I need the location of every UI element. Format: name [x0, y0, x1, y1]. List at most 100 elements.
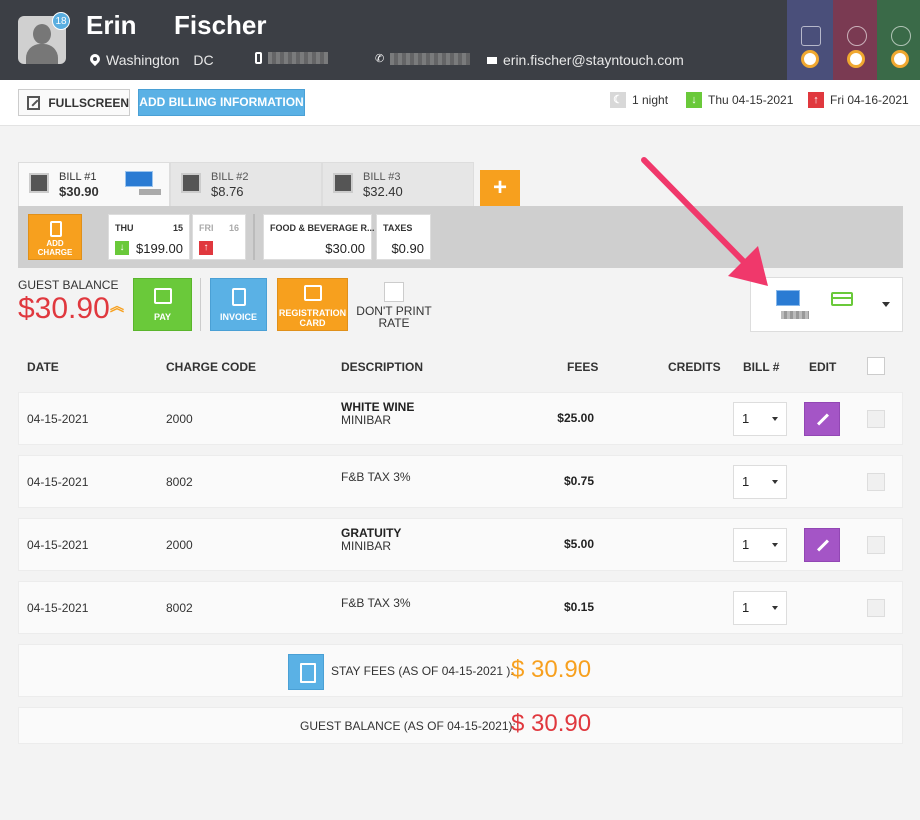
- row-charge-code: 2000: [166, 538, 193, 552]
- row-checkbox[interactable]: [867, 536, 885, 554]
- day-name: THU: [115, 223, 134, 233]
- bill-tab-2[interactable]: BILL #2 $8.76: [170, 162, 322, 206]
- row-checkbox[interactable]: [867, 599, 885, 617]
- invoice-button[interactable]: INVOICE: [210, 278, 267, 331]
- bill-label: BILL #3: [363, 171, 401, 183]
- row-charge-code: 2000: [166, 412, 193, 426]
- moon-icon: ☾: [610, 92, 626, 108]
- row-date: 04-15-2021: [27, 412, 89, 426]
- guest-thumbnail: [181, 173, 201, 193]
- redacted-card-number: [139, 189, 161, 195]
- credit-card-icon: [831, 292, 853, 306]
- chevron-up-icon[interactable]: ︽: [110, 299, 124, 313]
- day-card-fri[interactable]: FRI 16 ↑: [192, 214, 246, 260]
- expand-icon: [27, 95, 41, 110]
- stay-fees-value: $ 30.90: [511, 656, 592, 683]
- day-card-thu[interactable]: THU 15 ↓ $199.00: [108, 214, 190, 260]
- add-bill-button[interactable]: +: [480, 170, 520, 206]
- add-charge-label: ADD CHARGE: [37, 239, 73, 257]
- search-icon: [891, 50, 909, 68]
- row-description: F&B TAX 3%: [341, 470, 411, 484]
- document-icon: [231, 288, 246, 306]
- receipt-icon[interactable]: [288, 654, 324, 690]
- row-charge-code: 8002: [166, 475, 193, 489]
- nights-label: 1 night: [632, 93, 669, 107]
- redacted-mobile: [268, 52, 328, 64]
- guest-city: Washington: [106, 52, 180, 68]
- arrival-arrow-icon: ↓: [686, 92, 702, 108]
- row-bill-select[interactable]: 1: [733, 591, 787, 625]
- redacted-card-number: [781, 311, 809, 319]
- registration-card-button[interactable]: REGISTRATION CARD: [277, 278, 348, 331]
- guest-phone: ✆: [375, 52, 471, 65]
- globe-icon: [847, 26, 867, 46]
- category-name: TAXES: [383, 223, 413, 233]
- guest-first-name: Erin: [86, 10, 137, 40]
- add-charge-button[interactable]: ADD CHARGE: [28, 214, 82, 260]
- column-charge-code: CHARGE CODE: [166, 360, 257, 374]
- add-billing-information-button[interactable]: ADD BILLING INFORMATION: [138, 89, 305, 116]
- registration-label: REGISTRATION CARD: [278, 308, 347, 328]
- guest-last-name: Fischer: [174, 10, 267, 40]
- caret-down-icon: [772, 543, 778, 547]
- bill-select-value: 1: [742, 600, 750, 615]
- caret-down-icon: [772, 480, 778, 484]
- guest-thumbnail: [29, 173, 49, 193]
- edit-charge-button[interactable]: [804, 402, 840, 436]
- row-subdescription: MINIBAR: [341, 539, 392, 553]
- guest-balance-amount: $30.90: [18, 292, 110, 325]
- bill-tab-3[interactable]: BILL #3 $32.40: [322, 162, 474, 206]
- search-icon: [801, 50, 819, 68]
- row-subdescription: MINIBAR: [341, 413, 392, 427]
- divider: [253, 214, 255, 260]
- select-all-checkbox[interactable]: [867, 357, 885, 375]
- row-fee: $25.00: [557, 411, 594, 425]
- arrival-date: ↓ Thu 04-15-2021: [686, 92, 793, 108]
- header-tile-building[interactable]: [787, 0, 833, 80]
- departure-date: ↑ Fri 04-16-2021: [808, 92, 909, 108]
- category-value: $0.90: [391, 241, 424, 256]
- fullscreen-button[interactable]: FULLSCREEN: [18, 89, 130, 116]
- category-food-beverage[interactable]: FOOD & BEVERAGE R... $30.00: [263, 214, 375, 260]
- row-bill-select[interactable]: 1: [733, 528, 787, 562]
- annotation-arrow-shaft: [641, 157, 751, 269]
- location-pin-icon: [90, 54, 100, 66]
- pencil-icon: [816, 539, 830, 552]
- bill-select-value: 1: [742, 411, 750, 426]
- dont-print-rate-checkbox[interactable]: [384, 282, 404, 302]
- row-description: GRATUITY: [341, 526, 402, 540]
- pay-button[interactable]: PAY: [133, 278, 192, 331]
- column-credits: CREDITS: [668, 360, 721, 374]
- calculator-icon: [50, 221, 62, 237]
- departure-label: Fri 04-16-2021: [830, 93, 909, 107]
- header-tile-globe[interactable]: [833, 0, 879, 80]
- header-tile-circles[interactable]: [877, 0, 920, 80]
- bill-select-value: 1: [742, 537, 750, 552]
- annotation-arrow: [641, 157, 768, 286]
- guest-header: 18 Erin Fischer Washington DC ✆ erin.fis…: [0, 0, 920, 80]
- notification-badge[interactable]: 18: [52, 12, 70, 30]
- row-checkbox[interactable]: [867, 473, 885, 491]
- category-value: $30.00: [325, 241, 365, 256]
- column-bill: BILL #: [743, 360, 780, 374]
- departure-arrow-icon: ↑: [199, 241, 213, 255]
- row-bill-select[interactable]: 1: [733, 402, 787, 436]
- caret-down-icon: [772, 606, 778, 610]
- bill-amount: $8.76: [211, 184, 244, 199]
- row-date: 04-15-2021: [27, 538, 89, 552]
- bill-tab-1[interactable]: BILL #1 $30.90: [18, 162, 170, 208]
- bill-amount: $30.90: [59, 184, 99, 199]
- row-fee: $5.00: [563, 537, 594, 551]
- edit-charge-button[interactable]: [804, 528, 840, 562]
- category-taxes[interactable]: TAXES $0.90: [376, 214, 431, 260]
- mobile-phone-icon: [255, 52, 262, 64]
- column-edit: EDIT: [809, 360, 837, 374]
- row-bill-select[interactable]: 1: [733, 465, 787, 499]
- wallet-icon: [153, 288, 172, 304]
- circles-icon: [891, 26, 911, 46]
- row-charge-code: 8002: [166, 601, 193, 615]
- stay-fees-label: STAY FEES (AS OF 04-15-2021 ):: [331, 664, 514, 678]
- row-checkbox[interactable]: [867, 410, 885, 428]
- guest-email[interactable]: erin.fischer@stayntouch.com: [503, 52, 684, 68]
- row-date: 04-15-2021: [27, 601, 89, 615]
